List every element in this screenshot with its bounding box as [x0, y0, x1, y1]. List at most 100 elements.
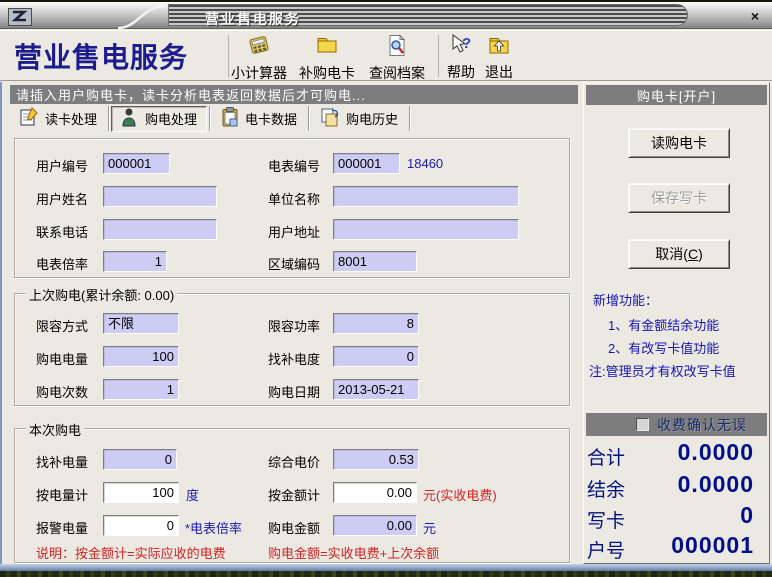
limit-power-field[interactable]: 8 [333, 313, 419, 334]
address-field[interactable] [333, 219, 519, 240]
area-code-field[interactable]: 8001 [333, 251, 417, 272]
tab-card-data[interactable]: 电卡数据 [212, 106, 306, 132]
total-value: 0.0000 [678, 439, 754, 466]
write-card-value: 0 [740, 502, 754, 529]
meter-id-label: 电表编号 [268, 156, 320, 175]
feature-note: 注:管理员才有权改写卡值 [589, 361, 736, 380]
adjust-degree-label: 找补电度 [268, 349, 320, 368]
search-document-icon [386, 34, 408, 62]
purchase-card-panel: 购电卡[开户] 读购电卡 保存写卡 取消(C) 新增功能： 1、有金额结余功能 … [583, 82, 770, 564]
note-by-amount: 说明：按金额计=实际应收的电费 [36, 543, 226, 562]
cancel-label-prefix: 取消( [655, 244, 688, 264]
exit-button[interactable]: 退出 [482, 34, 516, 82]
alarm-qty-unit: *电表倍率 [185, 518, 242, 537]
tab-purchase[interactable]: 购电处理 [111, 106, 207, 132]
price-field[interactable]: 0.53 [333, 449, 419, 470]
alarm-qty-label: 报警电量 [36, 518, 88, 537]
svg-text:?: ? [462, 35, 471, 52]
amount-label: 购电金额 [268, 518, 320, 537]
history-icon [320, 107, 340, 130]
write-card-label: 写卡 [587, 506, 625, 533]
help-icon: ? [449, 34, 473, 61]
tab-read-card[interactable]: 读卡处理 [10, 106, 106, 132]
feature-item-2: 2、有改写卡值功能 [608, 338, 719, 357]
phone-field[interactable] [103, 219, 217, 240]
account-no-value: 000001 [671, 532, 754, 559]
exit-icon [487, 34, 511, 61]
adjust-degree-field[interactable]: 0 [333, 346, 419, 367]
view-archive-button[interactable]: 查阅档案 [366, 34, 428, 83]
tab-history[interactable]: 购电历史 [311, 106, 407, 132]
user-name-field[interactable] [103, 186, 217, 207]
clipboard-icon [221, 107, 239, 130]
limit-power-label: 限容功率 [268, 316, 320, 335]
purchase-count-field[interactable]: 1 [103, 379, 179, 400]
adjust-qty-field[interactable]: 0 [103, 449, 177, 470]
cancel-label-suffix: ) [698, 246, 703, 262]
tab-separator [409, 106, 410, 131]
fee-confirm-label: 收费确认无误 [657, 415, 747, 435]
notepad-icon [19, 107, 39, 130]
purchase-date-field[interactable]: 2013-05-21 [333, 379, 419, 400]
tab-separator [308, 106, 309, 131]
calculator-button[interactable]: 小计算器 [228, 34, 290, 83]
user-info-group: 用户编号 000001 电表编号 000001 18460 用户姓名 单位名称 … [14, 138, 570, 278]
total-label: 合计 [587, 443, 625, 470]
price-label: 综合电价 [268, 452, 320, 471]
save-write-card-button[interactable]: 保存写卡 [628, 183, 730, 213]
by-qty-field[interactable]: 100 [103, 482, 179, 503]
view-archive-label: 查阅档案 [369, 63, 425, 83]
purchase-date-label: 购电日期 [268, 382, 320, 401]
tab-separator [108, 106, 109, 131]
meter-id-field[interactable]: 000001 [333, 153, 400, 174]
balance-value: 0.0000 [678, 471, 754, 498]
window-left-edge [0, 82, 2, 565]
close-button[interactable]: × [747, 8, 763, 24]
cancel-hotkey: C [688, 246, 698, 262]
app-window: 营业售电服务 × 营业售电服务 小计算器 [0, 0, 772, 564]
toolbar-separator [438, 35, 440, 77]
amount-field[interactable]: 0.00 [333, 515, 417, 536]
alarm-qty-field[interactable]: 0 [103, 515, 179, 536]
limit-mode-field[interactable]: 不限 [103, 313, 179, 334]
confirm-bar: 收费确认无误 [586, 413, 767, 436]
cancel-button[interactable]: 取消(C) [628, 239, 730, 269]
tab-separator [209, 106, 210, 131]
panel-title: 购电卡[开户] [586, 85, 767, 105]
by-amount-label: 按金额计 [268, 485, 320, 504]
features-title: 新增功能： [593, 290, 658, 309]
tab-read-card-label: 读卡处理 [45, 109, 97, 128]
limit-mode-label: 限容方式 [36, 316, 88, 335]
current-purchase-title: 本次购电 [26, 420, 84, 439]
tab-card-data-label: 电卡数据 [245, 109, 297, 128]
window-title: 营业售电服务 [205, 9, 301, 29]
tab-purchase-label: 购电处理 [145, 109, 197, 128]
energy-label: 购电电量 [36, 349, 88, 368]
by-amount-field[interactable]: 0.00 [333, 482, 417, 503]
org-name-field[interactable] [333, 186, 519, 207]
by-qty-unit: 度 [186, 485, 199, 504]
energy-field[interactable]: 100 [103, 346, 179, 367]
account-no-label: 户号 [587, 536, 625, 563]
status-message: 请插入用户购电卡，读卡分析电表返回数据后才可购电... [10, 85, 578, 104]
calculator-label: 小计算器 [231, 63, 287, 83]
balance-label: 结余 [587, 475, 625, 502]
app-logo-icon [8, 8, 32, 31]
user-id-label: 用户编号 [36, 156, 88, 175]
fee-confirm-checkbox[interactable] [636, 418, 649, 431]
help-button[interactable]: ? 帮助 [444, 34, 478, 82]
exit-label: 退出 [485, 62, 513, 82]
toolbar: 营业售电服务 小计算器 补购电卡 [0, 30, 772, 81]
meter-reading-value: 18460 [407, 156, 443, 171]
desktop: 营业售电服务 × 营业售电服务 小计算器 [0, 0, 772, 577]
org-name-label: 单位名称 [268, 189, 320, 208]
user-id-field[interactable]: 000001 [103, 153, 170, 174]
meter-ratio-field[interactable]: 1 [103, 251, 167, 272]
area-code-label: 区域编码 [268, 254, 320, 273]
purchase-count-label: 购电次数 [36, 382, 88, 401]
address-label: 用户地址 [268, 222, 320, 241]
repurchase-card-button[interactable]: 补购电卡 [296, 34, 358, 83]
read-card-button[interactable]: 读购电卡 [628, 128, 730, 158]
adjust-qty-label: 找补电量 [36, 452, 88, 471]
by-qty-label: 按电量计 [36, 485, 88, 504]
